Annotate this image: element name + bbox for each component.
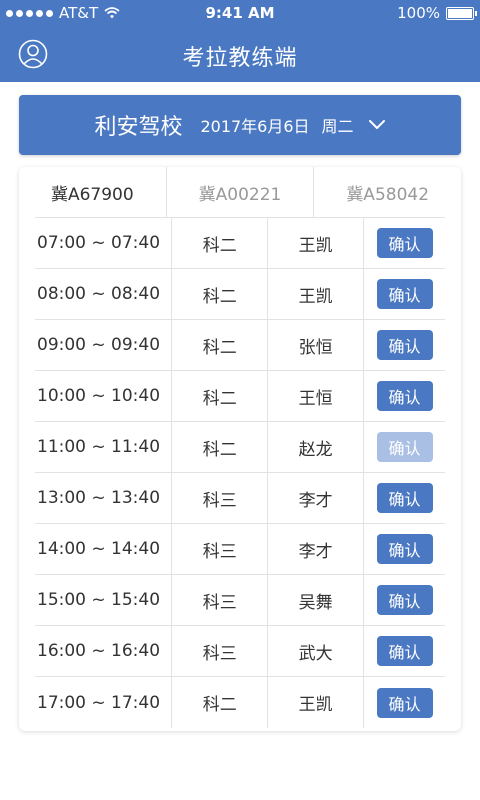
school-date: 2017年6月6日 [200,117,310,136]
confirm-button[interactable]: 确认 [376,279,433,309]
schedule-card: 冀A67900 冀A00221 冀A58042 07:00 ~ 07:40 科二… [19,167,461,731]
time-slot: 07:00 ~ 07:40 [35,218,173,268]
coach-name: 王凯 [268,677,364,728]
time-slot: 11:00 ~ 11:40 [35,422,173,472]
schedule-row: 16:00 ~ 16:40 科三 武大 确认 [35,626,445,677]
schedule-row: 10:00 ~ 10:40 科二 王恒 确认 [35,371,445,422]
page-title: 考拉教练端 [182,46,298,71]
time-slot: 09:00 ~ 09:40 [35,320,173,370]
subject: 科二 [172,269,269,319]
coach-name: 赵龙 [268,422,364,472]
status-bar: AT&T 9:41 AM 100% [0,0,480,26]
confirm-button[interactable]: 确认 [376,228,433,258]
time-slot: 15:00 ~ 15:40 [35,575,173,625]
schedule-row: 17:00 ~ 17:40 科二 王凯 确认 [35,677,445,728]
school-name: 利安驾校 [94,115,183,140]
subject: 科二 [172,320,269,370]
coach-name: 李才 [268,473,364,523]
confirm-button[interactable]: 确认 [376,534,433,564]
schedule-row: 07:00 ~ 07:40 科二 王凯 确认 [35,218,445,269]
schedule-row: 13:00 ~ 13:40 科三 李才 确认 [35,473,445,524]
school-weekday: 周二 [321,117,354,136]
plate-tab[interactable]: 冀A58042 [314,167,461,217]
schedule-row: 08:00 ~ 08:40 科二 王凯 确认 [35,269,445,320]
time-slot: 14:00 ~ 14:40 [35,524,173,574]
time-slot: 08:00 ~ 08:40 [35,269,173,319]
coach-name: 李才 [268,524,364,574]
schedule-row: 11:00 ~ 11:40 科二 赵龙 确认 [35,422,445,473]
schedule-row: 14:00 ~ 14:40 科三 李才 确认 [35,524,445,575]
subject: 科三 [172,473,269,523]
school-selector[interactable]: 利安驾校 2017年6月6日 周二 [19,95,461,155]
battery-icon [446,6,477,20]
coach-name: 张恒 [268,320,364,370]
plate-tab[interactable]: 冀A00221 [167,167,315,217]
schedule-row: 09:00 ~ 09:40 科二 张恒 确认 [35,320,445,371]
confirm-button[interactable]: 确认 [376,483,433,513]
subject: 科三 [172,575,269,625]
confirm-button[interactable]: 确认 [376,636,433,666]
confirm-button[interactable]: 确认 [376,687,433,718]
subject: 科二 [172,677,269,728]
confirm-button[interactable]: 确认 [376,585,433,615]
coach-name: 王恒 [268,371,364,421]
plate-tab[interactable]: 冀A67900 [19,167,167,217]
subject: 科三 [172,524,269,574]
subject: 科二 [172,371,269,421]
coach-name: 武大 [268,626,364,676]
time-slot: 16:00 ~ 16:40 [35,626,173,676]
time-slot: 10:00 ~ 10:40 [35,371,173,421]
coach-name: 王凯 [268,218,364,268]
time-slot: 17:00 ~ 17:40 [35,677,173,728]
battery-percent: 100% [397,4,440,22]
schedule-row: 15:00 ~ 15:40 科三 吴舞 确认 [35,575,445,626]
status-right: 100% [397,4,477,22]
confirm-button[interactable]: 确认 [376,381,433,411]
coach-name: 吴舞 [268,575,364,625]
header: AT&T 9:41 AM 100% 考拉教练端 [0,0,480,82]
subject: 科二 [172,218,269,268]
time-slot: 13:00 ~ 13:40 [35,473,173,523]
confirm-button-disabled: 确认 [376,432,433,462]
subject: 科二 [172,422,269,472]
subject: 科三 [172,626,269,676]
plate-tabs: 冀A67900 冀A00221 冀A58042 [19,167,461,217]
coach-name: 王凯 [268,269,364,319]
chevron-down-icon[interactable] [368,119,386,131]
confirm-button[interactable]: 确认 [376,330,433,360]
